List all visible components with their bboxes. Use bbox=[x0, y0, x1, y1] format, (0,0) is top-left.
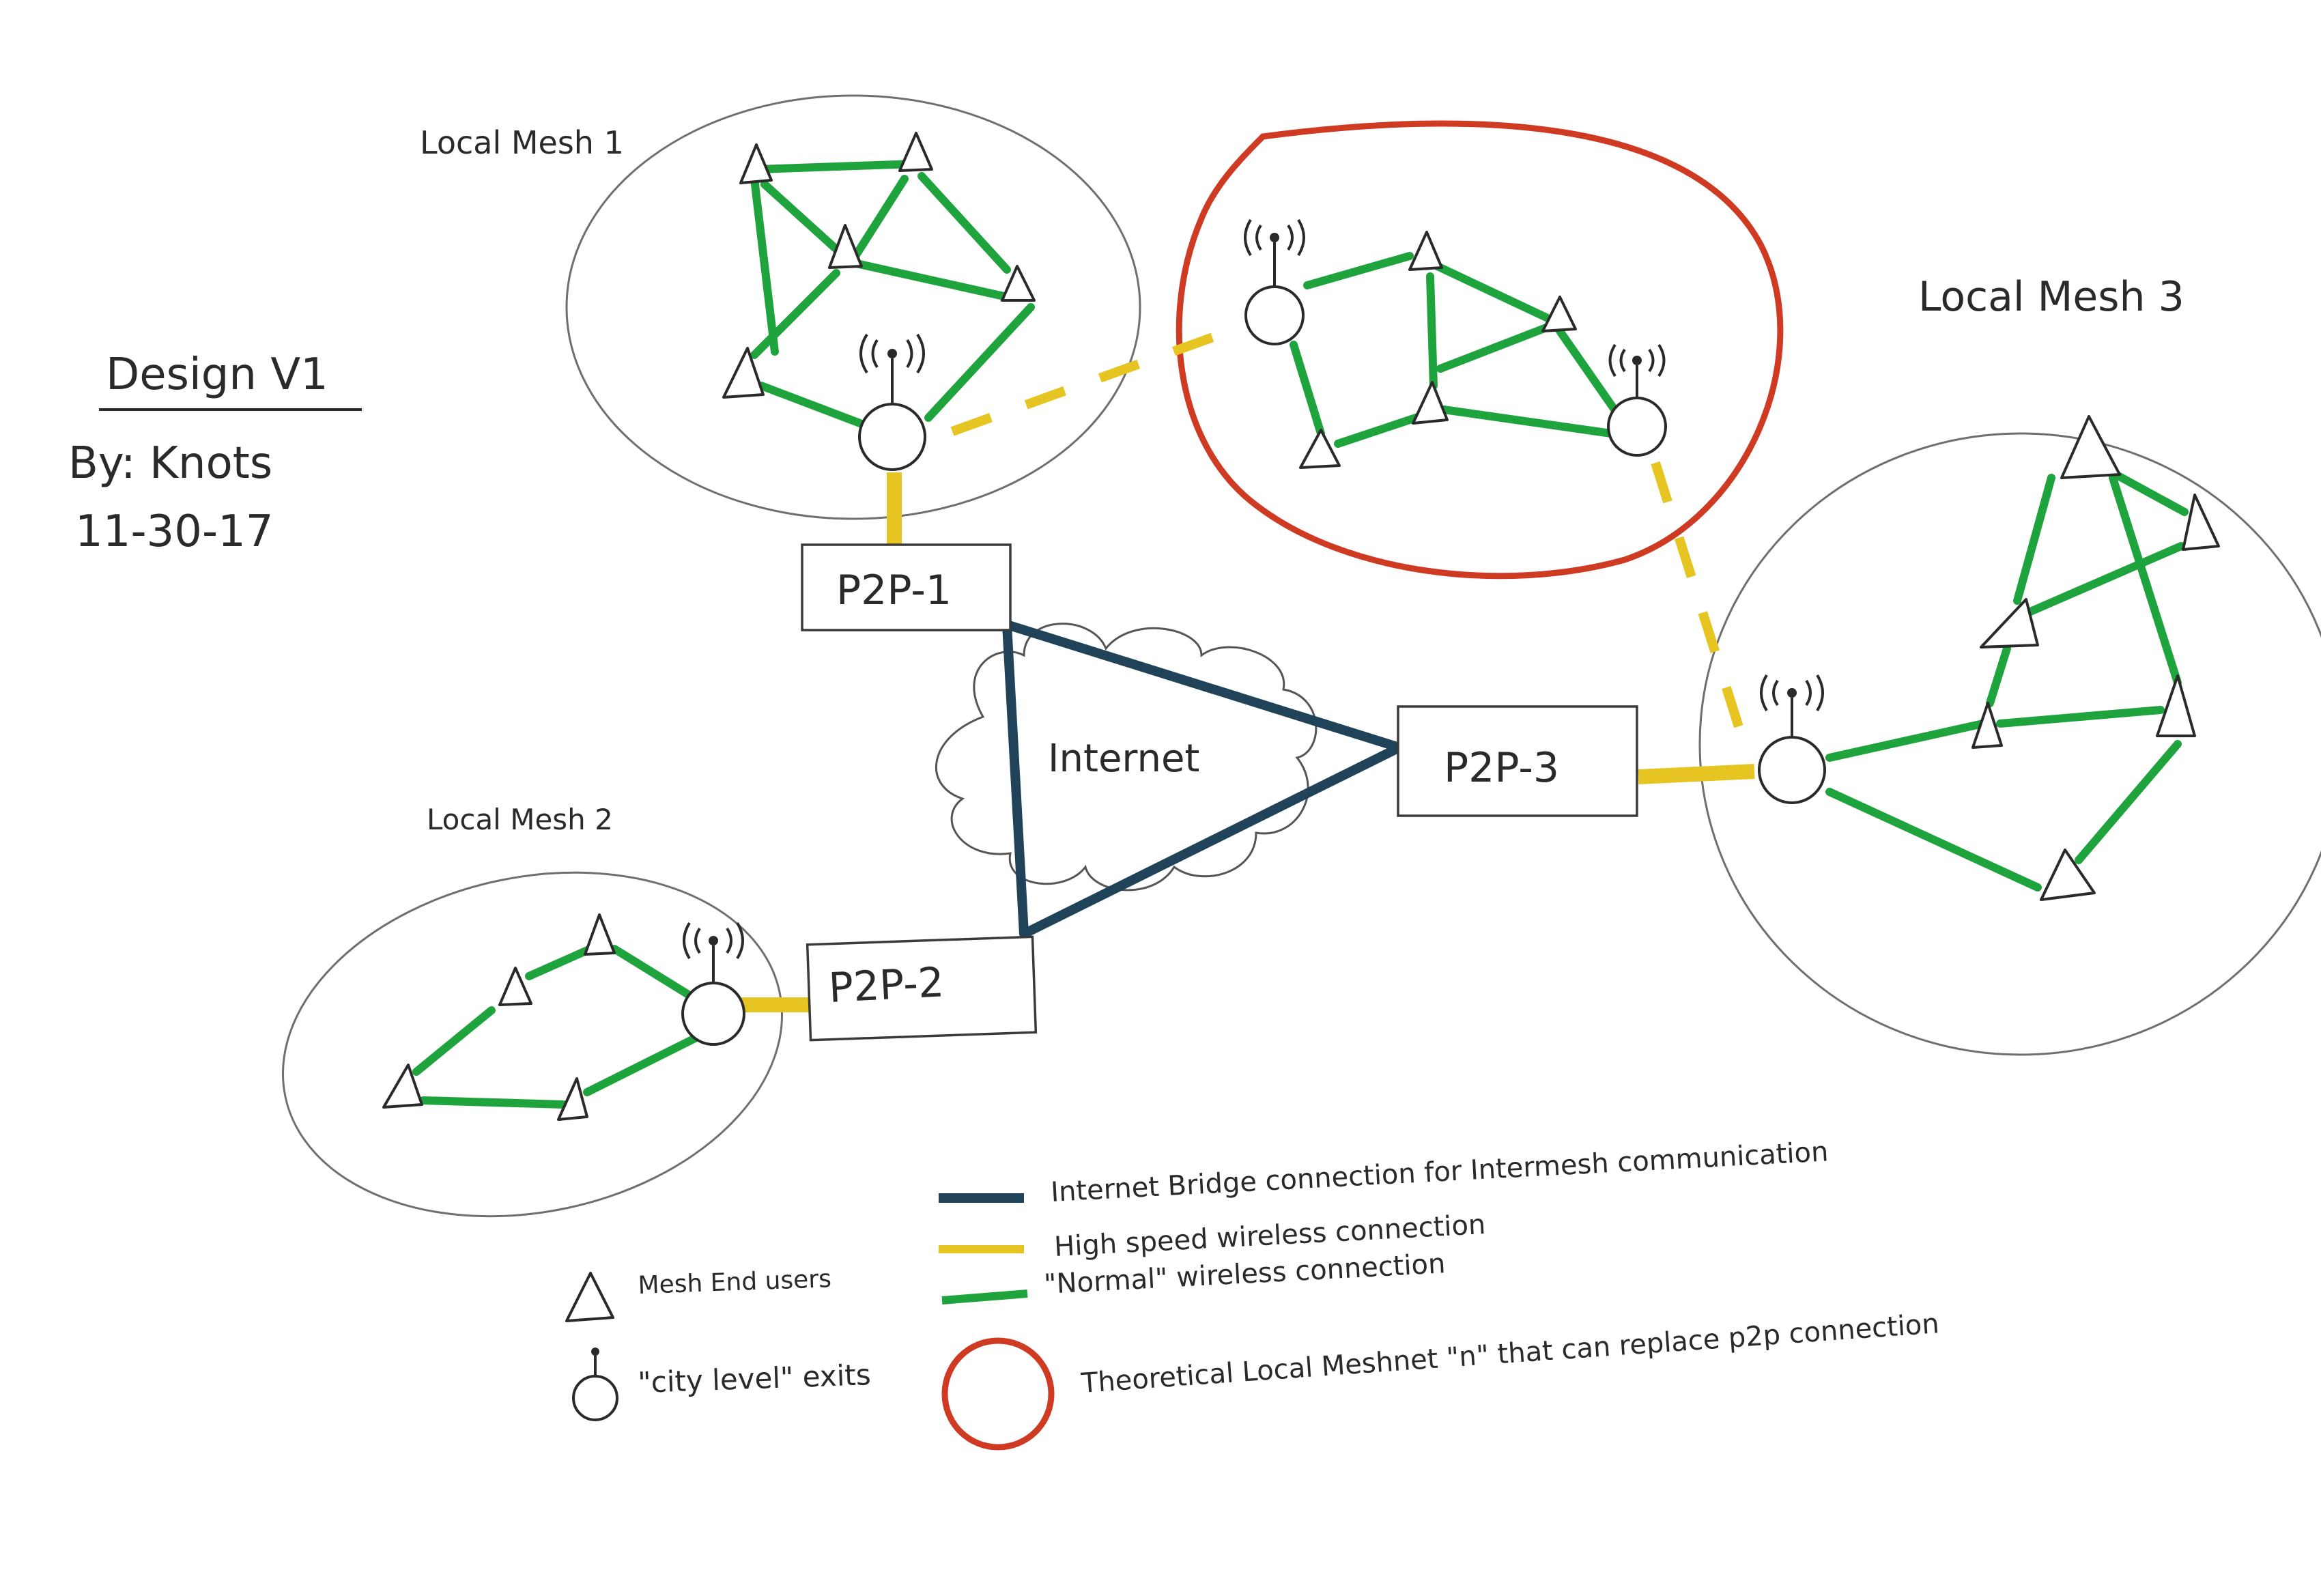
triangle-icon bbox=[2182, 494, 2220, 551]
p2p-2-label: P2P-2 bbox=[827, 958, 945, 1012]
city-exit-mesh-3 bbox=[1758, 674, 1826, 804]
city-exit-red-mesh-right bbox=[1607, 343, 1667, 457]
local-mesh-1-label: Local Mesh 1 bbox=[420, 124, 624, 161]
triangle-icon bbox=[739, 143, 773, 184]
city-exit-red-mesh-left bbox=[1244, 218, 1305, 345]
p2p-3-label: P2P-3 bbox=[1444, 744, 1559, 792]
triangle-icon bbox=[2060, 415, 2121, 479]
triangle-icon bbox=[584, 913, 616, 956]
mesh-3-links bbox=[1825, 467, 2189, 892]
local-mesh-1-outline bbox=[565, 94, 1141, 520]
legend-green-swatch bbox=[941, 1289, 1028, 1305]
antenna-circle-icon bbox=[681, 982, 745, 1046]
triangle-icon bbox=[1299, 429, 1341, 469]
antenna-circle-icon bbox=[1758, 736, 1826, 804]
p2p-2-node: P2P-2 bbox=[806, 935, 1038, 1042]
legend-red-text: Theoretical Local Meshnet "n" that can r… bbox=[1079, 1308, 1940, 1399]
city-exit-mesh-2 bbox=[681, 922, 745, 1046]
red-mesh-links bbox=[1290, 252, 1619, 448]
antenna-circle-icon bbox=[572, 1375, 618, 1421]
triangle-icon bbox=[565, 1272, 614, 1322]
legend: Internet Bridge connection for Intermesh… bbox=[565, 1136, 1940, 1451]
local-mesh-2-label: Local Mesh 2 bbox=[427, 803, 613, 836]
p2p-1-node: P2P-1 bbox=[801, 543, 1012, 631]
legend-triangle-text: Mesh End users bbox=[638, 1265, 832, 1300]
legend-navy-text: Internet Bridge connection for Intermesh… bbox=[1050, 1136, 1829, 1208]
network-diagram: Internet P2P-1 P2P-2 P2P-3 Design V1 By:… bbox=[68, 94, 2321, 1451]
mesh-2-links bbox=[412, 945, 700, 1109]
city-exit-mesh-1 bbox=[858, 333, 926, 471]
legend-exit-text: "city level" exits bbox=[638, 1358, 872, 1399]
design-title: Design V1 bbox=[106, 350, 328, 400]
antenna-circle-icon bbox=[1607, 397, 1667, 457]
author-label: By: Knots bbox=[68, 438, 272, 489]
antenna-circle-icon bbox=[858, 403, 926, 471]
antenna-circle-icon bbox=[1244, 285, 1305, 345]
p2p-1-label: P2P-1 bbox=[836, 567, 952, 614]
local-mesh-3-label: Local Mesh 3 bbox=[1918, 273, 2184, 321]
triangle-icon bbox=[1408, 231, 1443, 271]
triangle-icon bbox=[557, 1077, 588, 1121]
triangle-icon bbox=[898, 132, 933, 172]
date-label: 11-30-17 bbox=[75, 507, 274, 557]
local-mesh-2-outline bbox=[282, 871, 783, 1218]
p2p-3-node: P2P-3 bbox=[1397, 705, 1638, 817]
internet-label: Internet bbox=[1048, 737, 1199, 781]
triangle-icon bbox=[2156, 674, 2196, 737]
triangle-icon bbox=[1980, 598, 2039, 649]
triangle-icon bbox=[1412, 381, 1449, 425]
legend-red-swatch bbox=[941, 1337, 1055, 1451]
